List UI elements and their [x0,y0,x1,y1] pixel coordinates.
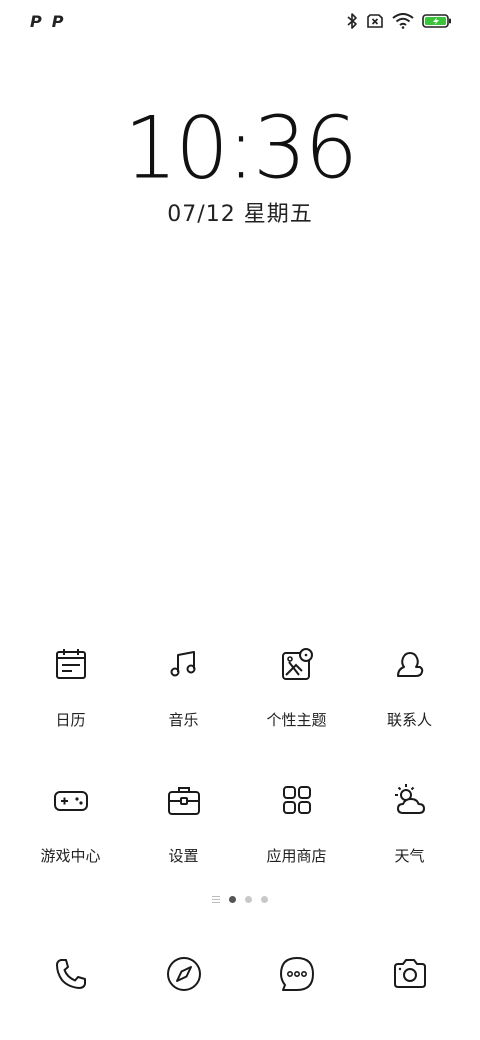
battery-charging-icon [422,14,451,28]
app-label: 游戏中心 [40,847,101,865]
page-dot-active[interactable] [229,896,236,903]
gamepad-icon [53,791,88,811]
dock-phone[interactable] [14,952,127,996]
app-contacts[interactable]: 联系人 [353,644,466,730]
no-sim-icon [367,14,383,28]
notification-icon-p: P [51,12,64,31]
app-game-center[interactable]: 游戏中心 [14,780,127,866]
app-label: 应用商店 [266,847,327,865]
app-store[interactable]: 应用商店 [240,780,353,866]
dock-camera[interactable] [353,952,466,996]
app-theme[interactable]: 个性主题 [240,644,353,730]
app-store-icon [282,786,311,814]
messages-icon [279,957,314,991]
dock-messages[interactable] [240,952,353,996]
app-label: 日历 [55,711,86,729]
weather-icon [394,784,425,814]
app-label: 联系人 [386,711,432,729]
camera-icon [393,959,426,988]
app-grid-row-1: 日历 音乐 个性主题 联系人 [0,644,480,730]
app-label: 个性主题 [266,711,327,729]
app-calendar[interactable]: 日历 [14,644,127,730]
status-left: P P [30,12,63,32]
status-bar: P P [0,0,480,44]
notification-icon-p: P [30,12,42,31]
dock [0,952,480,996]
theme-icon [281,648,313,680]
app-grid-row-2: 游戏中心 设置 应用商店 天气 [0,780,480,866]
bluetooth-icon [347,13,357,29]
clock-date[interactable]: 07/12 星期五 [0,198,480,232]
app-weather[interactable]: 天气 [353,780,466,866]
music-icon [170,651,195,677]
toolbox-icon [167,787,200,815]
page-indicator [0,896,480,903]
dock-browser[interactable] [127,952,240,996]
calendar-icon [55,649,86,679]
wifi-icon [392,13,414,29]
status-right [346,12,452,30]
contacts-icon [396,652,423,677]
app-settings[interactable]: 设置 [127,780,240,866]
app-music[interactable]: 音乐 [127,644,240,730]
clock-time[interactable]: 10:36 [0,97,480,199]
app-label: 音乐 [168,711,199,729]
app-label: 设置 [168,847,199,865]
page-dot[interactable] [245,896,252,903]
phone-icon [55,959,86,989]
page-dot[interactable] [261,896,268,903]
compass-icon [166,957,201,991]
app-label: 天气 [394,847,425,865]
all-apps-indicator[interactable] [212,896,220,903]
